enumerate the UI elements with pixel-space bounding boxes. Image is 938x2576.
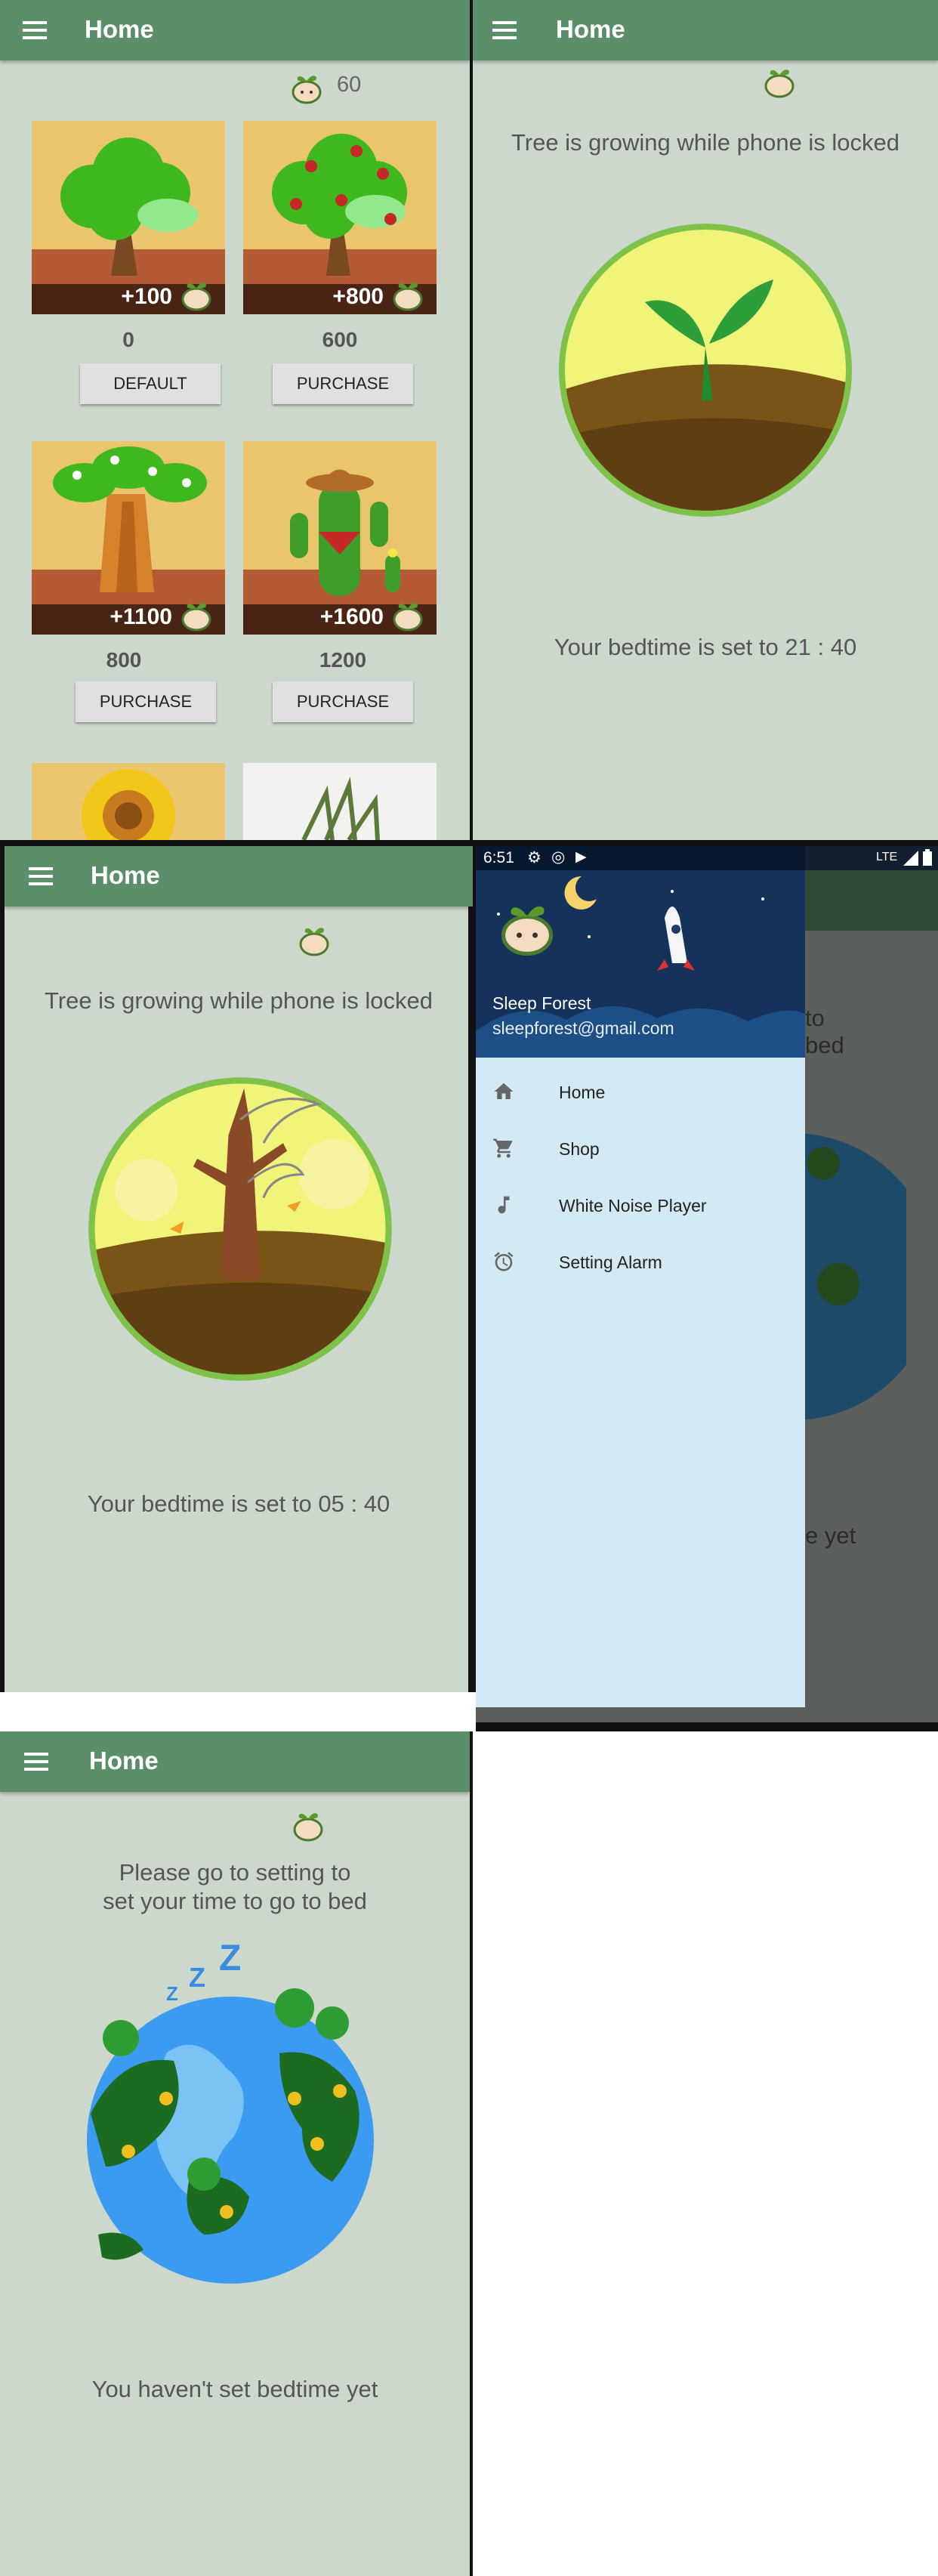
- shop-item-card[interactable]: +100: [32, 121, 225, 314]
- home-icon: [494, 1083, 514, 1099]
- drawer-item-label: Shop: [559, 1139, 600, 1159]
- status-bar: 6:51 ⚙ ◎ ▶ LTE: [476, 846, 938, 870]
- bonus-label: +100: [121, 284, 172, 309]
- divider: [468, 846, 476, 1692]
- sprout-coin-icon: [299, 928, 329, 956]
- coin-count: 60: [337, 73, 362, 97]
- growing-screen: Home Tree is growing while phone is lock…: [473, 0, 938, 840]
- item-price: 600: [322, 328, 358, 351]
- item-price: 1200: [319, 648, 367, 672]
- signal-icon: [903, 851, 918, 866]
- sprout-coin-icon: [293, 1813, 323, 1842]
- sprout-coin-icon: [393, 283, 423, 311]
- app-bar: Home: [5, 846, 473, 907]
- status-time: 6:51: [483, 849, 514, 866]
- sleeping-globe-image: Z Z Z: [87, 1940, 374, 2284]
- shop-item-card[interactable]: +800: [243, 121, 437, 314]
- alarm-icon: [494, 1252, 514, 1271]
- dead-tree-image: [88, 1077, 392, 1381]
- drawer-item-white-noise[interactable]: White Noise Player: [476, 1178, 805, 1231]
- settings-icon: ⚙: [527, 849, 542, 866]
- purchase-button[interactable]: PURCHASE: [273, 363, 413, 404]
- drawer-item-label: White Noise Player: [559, 1196, 707, 1215]
- bedtime-label: Your bedtime is set to 21 : 40: [554, 634, 857, 660]
- page-title: Home: [91, 861, 160, 889]
- sprout-growing-image: [559, 224, 852, 517]
- menu-icon[interactable]: [23, 21, 47, 39]
- bonus-label: +800: [332, 284, 384, 309]
- dimmed-text: bed: [805, 1032, 844, 1058]
- bonus-label: +1600: [319, 604, 384, 629]
- sprout-coin-icon: [292, 76, 322, 104]
- shop-item-card[interactable]: [243, 763, 437, 840]
- page-title: Home: [89, 1747, 159, 1774]
- user-name: Sleep Forest: [492, 993, 591, 1013]
- page-title: Home: [556, 15, 625, 43]
- svg-text:Z: Z: [219, 1940, 241, 1978]
- divider: [476, 1722, 938, 1731]
- growing-screen: Home Tree is growing while phone is lock…: [0, 846, 473, 1692]
- music-note-icon: [498, 1196, 510, 1214]
- navigation-drawer: Sleep Forest sleepforest@gmail.com Home …: [476, 846, 805, 1707]
- drawer-item-shop[interactable]: Shop: [476, 1122, 805, 1175]
- play-store-icon: ▶: [575, 849, 587, 865]
- sprout-coin-icon: [181, 603, 211, 632]
- bedtime-status: You haven't set bedtime yet: [91, 2376, 378, 2402]
- sync-icon: ◎: [551, 848, 566, 866]
- user-email: sleepforest@gmail.com: [492, 1018, 674, 1038]
- drawer-item-label: Setting Alarm: [559, 1252, 662, 1272]
- menu-icon[interactable]: [24, 1753, 48, 1771]
- drawer-item-home[interactable]: Home: [476, 1065, 805, 1118]
- sprout-coin-icon: [764, 69, 795, 98]
- setting-prompt-line1: Please go to setting to: [119, 1859, 351, 1886]
- divider: [470, 1731, 473, 2576]
- bedtime-label: Your bedtime is set to 05 : 40: [87, 1490, 390, 1517]
- battery-icon: [923, 849, 932, 866]
- sunflower-image: [32, 763, 225, 840]
- app-bar: Home: [473, 0, 938, 60]
- drawer-item-alarm[interactable]: Setting Alarm: [476, 1235, 805, 1288]
- default-button[interactable]: DEFAULT: [80, 363, 221, 404]
- sprout-avatar: [501, 906, 554, 956]
- drawer-item-label: Home: [559, 1083, 606, 1102]
- no-bedtime-screen: Home Please go to setting to set your ti…: [0, 1731, 470, 2576]
- svg-text:Z: Z: [166, 1982, 178, 2005]
- shop-item-card[interactable]: +1600: [243, 441, 437, 635]
- sprout-coin-icon: [393, 603, 423, 632]
- dimmed-globe-image: [793, 1133, 906, 1420]
- cart-icon: [493, 1138, 513, 1158]
- page-title: Home: [85, 15, 154, 43]
- drawer-screen: to bed e yet Sleep Forest sleepforest@gm…: [476, 846, 938, 1722]
- svg-text:Z: Z: [189, 1962, 205, 1993]
- shop-screen: Home 60 +100 0 DEFAULT +800 600 PURCHASE…: [0, 0, 470, 840]
- item-price: 800: [106, 648, 142, 672]
- shop-item-card[interactable]: [32, 763, 225, 840]
- grass-image: [243, 763, 437, 840]
- menu-icon[interactable]: [29, 867, 53, 885]
- setting-prompt-line2: set your time to go to bed: [103, 1888, 367, 1914]
- growing-message: Tree is growing while phone is locked: [44, 987, 434, 1014]
- item-price: 0: [122, 328, 134, 351]
- app-bar: Home: [0, 0, 470, 60]
- dimmed-text: to: [805, 1005, 825, 1031]
- dimmed-text: e yet: [805, 1522, 856, 1549]
- purchase-button[interactable]: PURCHASE: [273, 681, 413, 722]
- growing-message: Tree is growing while phone is locked: [511, 129, 900, 156]
- purchase-button[interactable]: PURCHASE: [76, 681, 216, 722]
- menu-icon[interactable]: [492, 21, 517, 39]
- app-bar: Home: [0, 1731, 470, 1792]
- bonus-label: +1100: [110, 604, 172, 629]
- divider: [0, 840, 938, 846]
- drawer-header: Sleep Forest sleepforest@gmail.com: [476, 846, 805, 1058]
- shop-item-card[interactable]: +1100: [32, 441, 225, 635]
- sprout-coin-icon: [181, 283, 211, 311]
- network-label: LTE: [876, 851, 898, 863]
